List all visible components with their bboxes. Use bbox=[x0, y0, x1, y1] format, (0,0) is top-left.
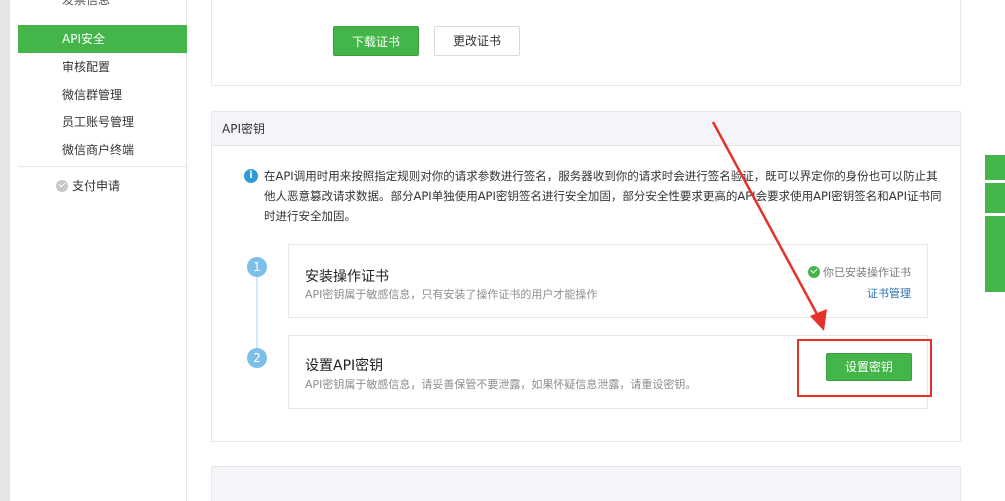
step-install-certificate: 安装操作证书 API密钥属于敏感信息，只有安装了操作证书的用户才能操作 你已安装… bbox=[288, 244, 928, 318]
sidebar-item-wechat-group[interactable]: 微信群管理 bbox=[18, 81, 187, 109]
right-float-tab[interactable] bbox=[985, 155, 1005, 180]
step-title: 安装操作证书 bbox=[305, 269, 389, 285]
page: 发票信息 API安全 审核配置 微信群管理 员工账号管理 微信商户终端 支付申请… bbox=[0, 0, 1005, 501]
next-panel-header bbox=[211, 466, 961, 501]
api-key-notice: 在API调用时用来按照指定规则对你的请求参数进行签名，服务器收到你的请求时会进行… bbox=[264, 169, 942, 223]
check-circle-icon bbox=[56, 180, 68, 192]
certificate-installed-status: 你已安装操作证书 bbox=[808, 264, 911, 280]
download-certificate-button[interactable]: 下载证书 bbox=[333, 26, 419, 56]
sidebar-divider bbox=[18, 166, 187, 167]
api-key-panel-title: API密钥 bbox=[212, 112, 960, 146]
sidebar-item-review-config[interactable]: 审核配置 bbox=[18, 53, 187, 81]
step-description: API密钥属于敏感信息，请妥善保管不要泄露，如果怀疑信息泄露，请重设密钥。 bbox=[305, 378, 697, 391]
step-description: API密钥属于敏感信息，只有安装了操作证书的用户才能操作 bbox=[305, 288, 598, 301]
left-gutter bbox=[0, 0, 10, 501]
sidebar-item-staff-accounts[interactable]: 员工账号管理 bbox=[18, 108, 187, 136]
right-float-tab[interactable] bbox=[985, 216, 1005, 292]
step-title: 设置API密钥 bbox=[305, 358, 384, 374]
change-certificate-button[interactable]: 更改证书 bbox=[434, 26, 520, 56]
sidebar-item-api-security[interactable]: API安全 bbox=[18, 25, 187, 53]
main-content: 下载证书 更改证书 API密钥 i 在API调用时用来按照指定规则对你的请求参数… bbox=[188, 0, 1005, 501]
sidebar-group-label: 支付申请 bbox=[72, 179, 121, 193]
sidebar: 发票信息 API安全 审核配置 微信群管理 员工账号管理 微信商户终端 支付申请 bbox=[10, 0, 187, 501]
info-icon: i bbox=[244, 169, 258, 183]
check-circle-icon bbox=[808, 266, 820, 278]
certificate-panel: 下载证书 更改证书 bbox=[211, 0, 961, 86]
step-number-1: 1 bbox=[247, 257, 267, 277]
certificate-management-link[interactable]: 证书管理 bbox=[867, 285, 911, 301]
sidebar-item-invoice-info[interactable]: 发票信息 bbox=[18, 0, 187, 14]
installed-status-text: 你已安装操作证书 bbox=[823, 266, 911, 279]
sidebar-group-payment-apply[interactable]: 支付申请 bbox=[18, 172, 187, 200]
step-number-2: 2 bbox=[247, 348, 267, 368]
sidebar-item-merchant-terminal[interactable]: 微信商户终端 bbox=[18, 136, 187, 164]
right-float-tab[interactable] bbox=[985, 183, 1005, 213]
annotation-highlight-box bbox=[797, 339, 932, 397]
